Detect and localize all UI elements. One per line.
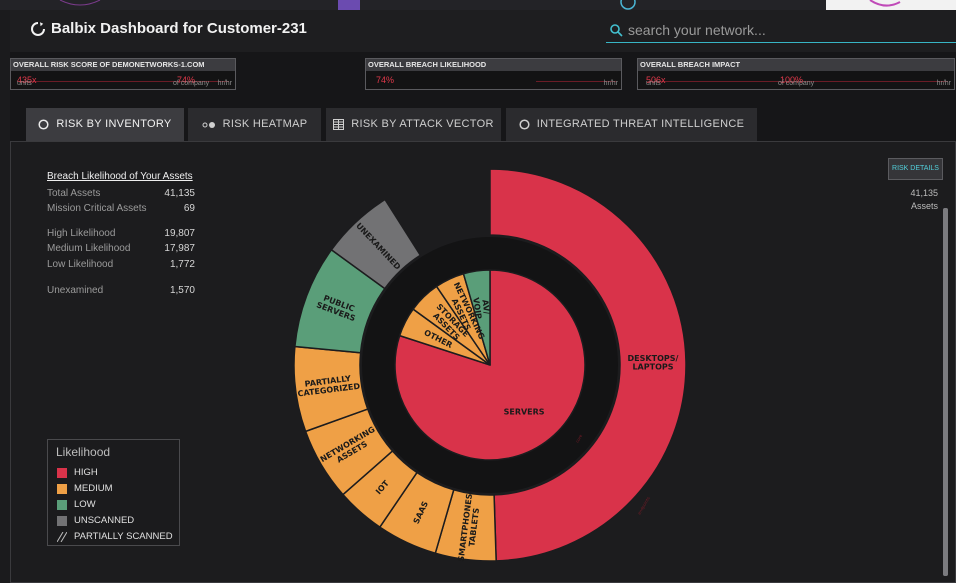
stat-row: High Likelihood 19,807 — [47, 227, 195, 241]
tab-risk-by-attack-vector[interactable]: RISK BY ATTACK VECTOR — [326, 108, 501, 141]
risk-details-button[interactable]: RISK DETAILS — [888, 158, 943, 180]
background-decoration — [0, 0, 956, 10]
dashboard-page: Balbix Dashboard for Customer-231 OVERAL… — [10, 10, 956, 583]
stat-label: Mission Critical Assets — [47, 203, 147, 214]
tab-label: RISK BY INVENTORY — [56, 118, 172, 130]
kpi-title: OVERALL RISK SCORE OF DEMONETWORKS-1.COM — [11, 59, 235, 71]
legend-label: LOW — [74, 499, 96, 510]
legend-swatch — [57, 500, 67, 510]
legend-label: PARTIALLY SCANNED — [74, 531, 173, 542]
stat-row: Medium Likelihood 17,987 — [47, 242, 195, 256]
app-window: Balbix Dashboard for Customer-231 OVERAL… — [0, 0, 956, 583]
stat-label: Low Likelihood — [47, 259, 114, 270]
stat-label: Unexamined — [47, 285, 104, 296]
kpi-title: OVERALL BREACH LIKELIHOOD — [366, 59, 621, 71]
asset-count-unit: Assets — [910, 201, 938, 211]
kpi-rate: hr/hr — [217, 80, 232, 87]
kpi-percent-unit: of company — [778, 80, 815, 87]
stat-row: Unexamined 1,570 — [47, 284, 195, 298]
scrollbar[interactable] — [943, 208, 948, 576]
kpi-rate: hr/hr — [936, 80, 951, 87]
likelihood-legend: Likelihood HIGH MEDIUM LOW UNSCANNED PAR… — [47, 439, 180, 546]
stat-value: 1,772 — [169, 259, 195, 270]
inventory-donut-chart[interactable]: DESKTOPS/LAPTOPSSMARTPHONES/TABLETSSAASI… — [286, 153, 706, 565]
legend-label: UNSCANNED — [74, 515, 135, 526]
label-desktops-laptops: DESKTOPS/LAPTOPS — [628, 354, 679, 372]
kpi-value: 74% — [376, 75, 395, 85]
stat-value: 17,987 — [164, 243, 195, 254]
stat-row: Low Likelihood 1,772 — [47, 258, 195, 272]
legend-label: MEDIUM — [74, 483, 113, 494]
grid-icon — [333, 119, 345, 130]
tab-label: INTEGRATED THREAT INTELLIGENCE — [536, 118, 745, 130]
label-servers: SERVERS — [504, 408, 545, 417]
kpi-breach-likelihood[interactable]: OVERALL BREACH LIKELIHOOD 74% hr/hr — [365, 58, 622, 90]
tab-label: RISK BY ATTACK VECTOR — [351, 118, 494, 130]
circle-icon — [38, 119, 49, 130]
legend-swatch — [57, 484, 67, 494]
search-box[interactable] — [606, 17, 956, 43]
page-title: Balbix Dashboard for Customer-231 — [51, 20, 307, 37]
ring-caption: endpoints — [637, 496, 651, 516]
search-icon[interactable] — [610, 24, 623, 37]
stat-value: 69 — [183, 203, 195, 214]
kpi-rate: hr/hr — [603, 80, 618, 87]
kpi-unit: units — [646, 80, 661, 87]
tab-risk-by-inventory[interactable]: RISK BY INVENTORY — [26, 108, 184, 141]
stat-label: High Likelihood — [47, 228, 116, 239]
kpi-unit: units — [17, 80, 32, 87]
stat-value: 1,570 — [169, 285, 195, 296]
search-input[interactable] — [628, 19, 948, 41]
kpi-breach-impact[interactable]: OVERALL BREACH IMPACT 506x units 100% of… — [637, 58, 955, 90]
header-bar: Balbix Dashboard for Customer-231 — [10, 10, 956, 52]
tab-integrated-threat-intelligence[interactable]: INTEGRATED THREAT INTELLIGENCE — [506, 108, 757, 141]
stat-label: Medium Likelihood — [47, 243, 131, 254]
scrollbar-thumb[interactable] — [943, 208, 948, 576]
hatch-swatch — [57, 532, 67, 542]
stats-title: Breach Likelihood of Your Assets — [47, 171, 193, 182]
tab-label: RISK HEATMAP — [222, 118, 308, 130]
kpi-percent-unit: of company — [173, 80, 210, 87]
stat-row: Mission Critical Assets 69 — [47, 202, 195, 216]
legend-swatch — [57, 516, 67, 526]
legend-swatch — [57, 468, 67, 478]
stat-label: Total Assets — [47, 188, 101, 199]
kpi-title: OVERALL BREACH IMPACT — [638, 59, 954, 71]
stat-value: 19,807 — [164, 228, 195, 239]
dots-icon — [202, 121, 215, 128]
refresh-icon — [31, 22, 45, 36]
legend-title: Likelihood — [56, 445, 111, 459]
tab-risk-heatmap[interactable]: RISK HEATMAP — [188, 108, 321, 141]
circle-icon — [519, 119, 530, 130]
stat-value: 41,135 — [164, 188, 195, 199]
stat-row: Total Assets 41,135 — [47, 187, 195, 201]
asset-count: 41,135 — [910, 188, 938, 198]
legend-label: HIGH — [74, 467, 98, 478]
kpi-risk-score[interactable]: OVERALL RISK SCORE OF DEMONETWORKS-1.COM… — [10, 58, 236, 90]
